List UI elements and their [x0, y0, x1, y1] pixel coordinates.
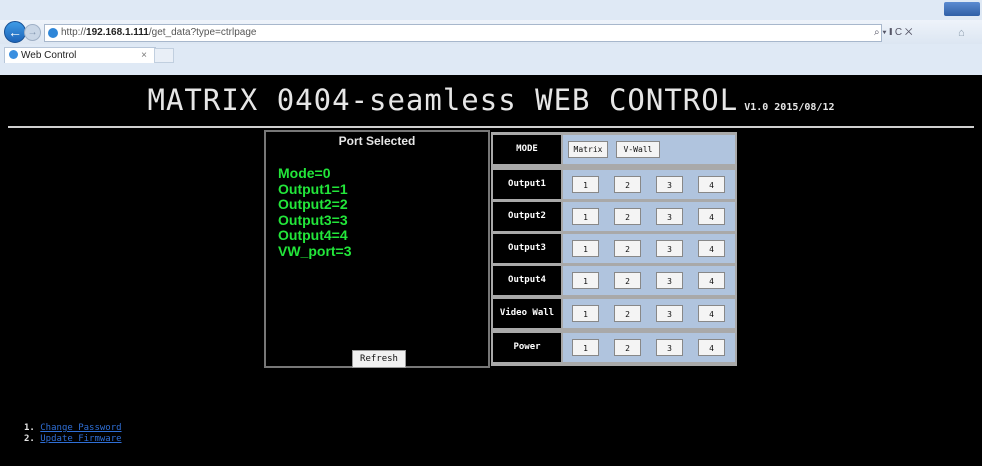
status-line-output3: Output3=3 [278, 211, 348, 228]
row-cell-video-wall: 1 2 3 4 [563, 299, 735, 328]
row-video-wall: Video Wall 1 2 3 4 [491, 298, 737, 329]
change-password-link[interactable]: Change Password [40, 423, 121, 433]
row-cell-output1: 1 2 3 4 [563, 170, 735, 199]
footer-num-2: 2. [24, 434, 35, 444]
row-cell-output3: 1 2 3 4 [563, 234, 735, 263]
output1-port-1-button[interactable]: 1 [572, 176, 599, 193]
update-firmware-link[interactable]: Update Firmware [40, 434, 121, 444]
url-prefix: http:// [61, 27, 87, 38]
output3-port-4-button[interactable]: 4 [698, 240, 725, 257]
status-line-output4: Output4=4 [278, 227, 348, 244]
row-output2: Output2 1 2 3 4 [491, 201, 737, 232]
version-label: V1.0 2015/08/12 [744, 102, 835, 113]
output1-port-3-button[interactable]: 3 [656, 176, 683, 193]
power-port-3-button[interactable]: 3 [656, 339, 683, 356]
output2-port-4-button[interactable]: 4 [698, 208, 725, 225]
row-output1: Output1 1 2 3 4 [491, 169, 737, 200]
footer-links: 1. Change Password 2. Update Firmware [24, 423, 122, 445]
status-lines: Mode=0 Output1=1 Output2=2 Output3=3 Out… [278, 165, 352, 260]
row-label-output3: Output3 [493, 234, 561, 263]
row-output4: Output4 1 2 3 4 [491, 265, 737, 296]
mode-vwall-button[interactable]: V-Wall [616, 141, 660, 158]
address-tools[interactable]: ⌕ ▾ ❙ C ✕ [874, 27, 913, 38]
output4-port-4-button[interactable]: 4 [698, 272, 725, 289]
url-path: /get_data?type=ctrlpage [148, 27, 257, 38]
row-output3: Output3 1 2 3 4 [491, 233, 737, 264]
control-table: MODE Matrix V-Wall Output1 1 2 3 4 Outpu… [491, 132, 737, 366]
output4-port-1-button[interactable]: 1 [572, 272, 599, 289]
port-status-panel: Port Selected Mode=0 Output1=1 Output2=2… [264, 130, 490, 368]
output2-port-1-button[interactable]: 1 [572, 208, 599, 225]
footer-item-update-firmware: 2. Update Firmware [24, 434, 122, 445]
divider [8, 126, 974, 128]
status-line-output2: Output2=2 [278, 196, 348, 213]
status-line-vw-port: VW_port=3 [278, 242, 352, 259]
tab-close-icon[interactable]: × [141, 48, 147, 63]
page-title: MATRIX 0404-seamless WEB CONTROL V1.0 201… [0, 83, 982, 117]
row-mode: MODE Matrix V-Wall [491, 134, 737, 165]
back-arrow-icon: ← [8, 24, 22, 40]
home-icon[interactable]: ⌂ [958, 27, 965, 39]
footer-num-1: 1. [24, 423, 35, 433]
row-label-mode: MODE [493, 135, 561, 164]
row-label-video-wall: Video Wall [493, 299, 561, 328]
status-header: Port Selected [338, 134, 416, 148]
output2-port-3-button[interactable]: 3 [656, 208, 683, 225]
row-cell-power: 1 2 3 4 [563, 333, 735, 362]
output2-port-2-button[interactable]: 2 [614, 208, 641, 225]
address-bar[interactable]: http://192.168.1.111/get_data?type=ctrlp… [44, 24, 882, 42]
footer-item-change-password: 1. Change Password [24, 423, 122, 434]
window-controls[interactable] [944, 2, 980, 16]
output3-port-2-button[interactable]: 2 [614, 240, 641, 257]
row-cell-output2: 1 2 3 4 [563, 202, 735, 231]
forward-arrow-icon: → [27, 27, 38, 38]
mode-matrix-button[interactable]: Matrix [568, 141, 608, 158]
power-port-2-button[interactable]: 2 [614, 339, 641, 356]
video-wall-port-4-button[interactable]: 4 [698, 305, 725, 322]
output1-port-4-button[interactable]: 4 [698, 176, 725, 193]
tab-web-control[interactable]: Web Control × [4, 47, 156, 63]
video-wall-port-3-button[interactable]: 3 [656, 305, 683, 322]
row-label-power: Power [493, 333, 561, 362]
power-port-1-button[interactable]: 1 [572, 339, 599, 356]
row-label-output2: Output2 [493, 202, 561, 231]
favicon-icon [9, 50, 18, 59]
new-tab-button[interactable] [154, 48, 174, 63]
output3-port-1-button[interactable]: 1 [572, 240, 599, 257]
row-cell-mode: Matrix V-Wall [563, 135, 735, 164]
row-power: Power 1 2 3 4 [491, 332, 737, 363]
forward-button[interactable]: → [24, 24, 41, 41]
refresh-button[interactable]: Refresh [352, 350, 406, 368]
row-cell-output4: 1 2 3 4 [563, 266, 735, 295]
output4-port-3-button[interactable]: 3 [656, 272, 683, 289]
output3-port-3-button[interactable]: 3 [656, 240, 683, 257]
row-label-output4: Output4 [493, 266, 561, 295]
status-line-mode: Mode=0 [278, 165, 331, 181]
status-line-output1: Output1=1 [278, 180, 348, 197]
video-wall-port-1-button[interactable]: 1 [572, 305, 599, 322]
ie-page-icon [48, 28, 58, 38]
url-host: 192.168.1.111 [86, 27, 149, 38]
power-port-4-button[interactable]: 4 [698, 339, 725, 356]
tab-title: Web Control [21, 50, 77, 61]
row-label-output1: Output1 [493, 170, 561, 199]
output1-port-2-button[interactable]: 2 [614, 176, 641, 193]
page-title-text: MATRIX 0404-seamless WEB CONTROL [147, 83, 739, 117]
back-button[interactable]: ← [4, 21, 26, 43]
output4-port-2-button[interactable]: 2 [614, 272, 641, 289]
video-wall-port-2-button[interactable]: 2 [614, 305, 641, 322]
